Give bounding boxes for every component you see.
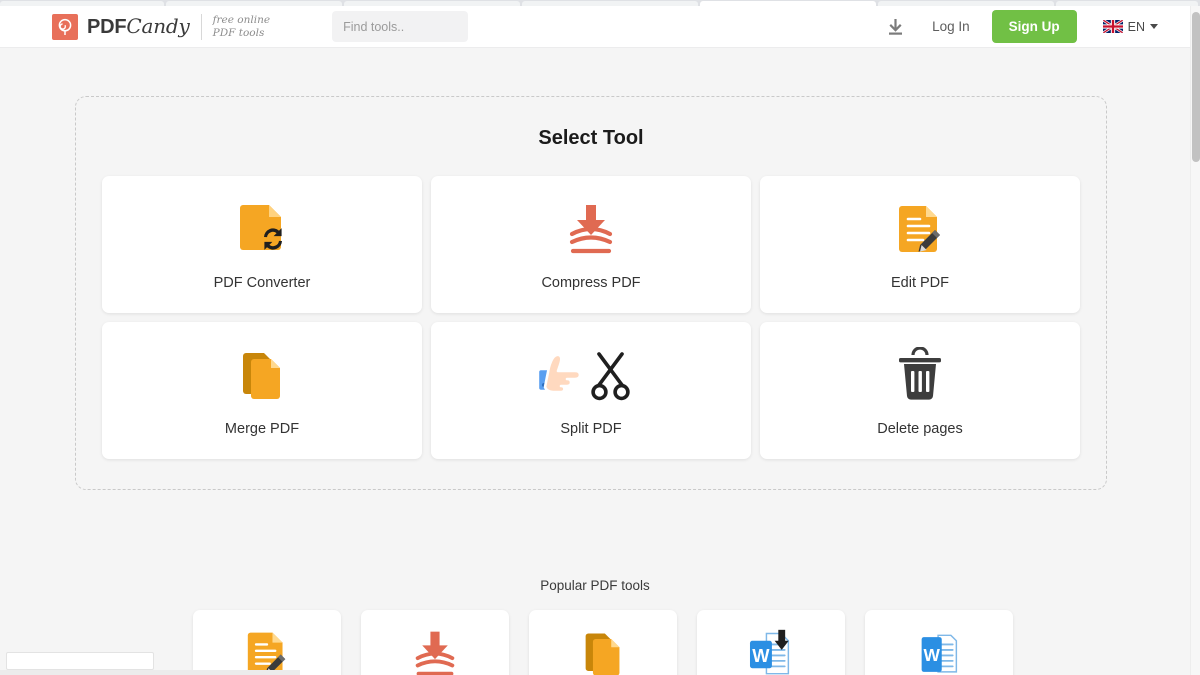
- compress-pdf-icon: [410, 628, 460, 675]
- signup-button[interactable]: Sign Up: [992, 10, 1077, 43]
- download-icon[interactable]: [882, 14, 908, 40]
- logo-tagline: free online PDF tools: [213, 14, 270, 40]
- uk-flag-icon: [1103, 20, 1123, 33]
- popular-tool-card[interactable]: [361, 610, 509, 675]
- pdf-to-word-icon: W: [746, 628, 796, 675]
- login-link[interactable]: Log In: [932, 19, 970, 34]
- split-pdf-scissors-icon: [536, 345, 646, 407]
- compress-pdf-icon: [564, 199, 618, 261]
- popular-tools-title: Popular PDF tools: [0, 578, 1190, 593]
- tool-card-merge-pdf[interactable]: Merge PDF: [102, 322, 422, 459]
- tool-card-label: Merge PDF: [225, 421, 299, 437]
- edit-pdf-icon: [242, 628, 292, 675]
- popular-tool-card[interactable]: [529, 610, 677, 675]
- svg-text:W: W: [923, 645, 940, 665]
- language-label: EN: [1128, 20, 1145, 34]
- site-header: PDFCandy free online PDF tools Log In Si…: [0, 6, 1190, 48]
- browser-status-bar: [0, 670, 300, 675]
- popular-tool-card[interactable]: W: [697, 610, 845, 675]
- logo-candy-text: Candy: [126, 14, 189, 38]
- tool-card-label: PDF Converter: [214, 275, 311, 291]
- lollipop-icon: [52, 14, 78, 40]
- edit-pdf-icon: [893, 199, 947, 261]
- tagline-line-2: PDF tools: [213, 27, 270, 40]
- popular-tool-card[interactable]: [193, 610, 341, 675]
- select-tool-panel: Select Tool PDF Converter Compress PDF: [75, 96, 1107, 490]
- trash-icon: [893, 345, 947, 407]
- language-selector[interactable]: EN: [1103, 20, 1158, 34]
- tool-card-label: Edit PDF: [891, 275, 949, 291]
- tool-card-pdf-converter[interactable]: PDF Converter: [102, 176, 422, 313]
- logo-divider: [201, 14, 202, 40]
- page-title: Select Tool: [76, 127, 1106, 150]
- page-root: PDFCandy free online PDF tools Log In Si…: [0, 0, 1200, 675]
- tool-grid: PDF Converter Compress PDF: [101, 176, 1081, 459]
- bottom-tooltip: [6, 652, 154, 670]
- search-input[interactable]: [332, 11, 468, 42]
- header-actions: Log In Sign Up EN: [882, 10, 1158, 43]
- tool-card-delete-pages[interactable]: Delete pages: [760, 322, 1080, 459]
- pdf-converter-icon: [235, 199, 289, 261]
- tool-card-label: Delete pages: [877, 421, 962, 437]
- tool-card-compress-pdf[interactable]: Compress PDF: [431, 176, 751, 313]
- word-to-pdf-icon: W: [914, 628, 964, 675]
- tool-card-label: Split PDF: [560, 421, 621, 437]
- tool-card-split-pdf[interactable]: Split PDF: [431, 322, 751, 459]
- tagline-line-1: free online: [213, 14, 270, 27]
- tool-card-edit-pdf[interactable]: Edit PDF: [760, 176, 1080, 313]
- tool-card-label: Compress PDF: [541, 275, 640, 291]
- logo-pdf-text: PDF: [87, 16, 126, 38]
- merge-pdf-icon: [235, 345, 289, 407]
- popular-tools-row: W W: [193, 610, 1013, 675]
- logo-wordmark: PDFCandy: [87, 14, 190, 39]
- scrollbar-thumb[interactable]: [1192, 12, 1200, 162]
- logo[interactable]: PDFCandy free online PDF tools: [52, 14, 270, 40]
- popular-tool-card[interactable]: W: [865, 610, 1013, 675]
- page-scrollbar[interactable]: [1190, 6, 1200, 675]
- svg-text:W: W: [752, 645, 770, 666]
- chevron-down-icon: [1150, 24, 1158, 29]
- merge-pdf-icon: [578, 628, 628, 675]
